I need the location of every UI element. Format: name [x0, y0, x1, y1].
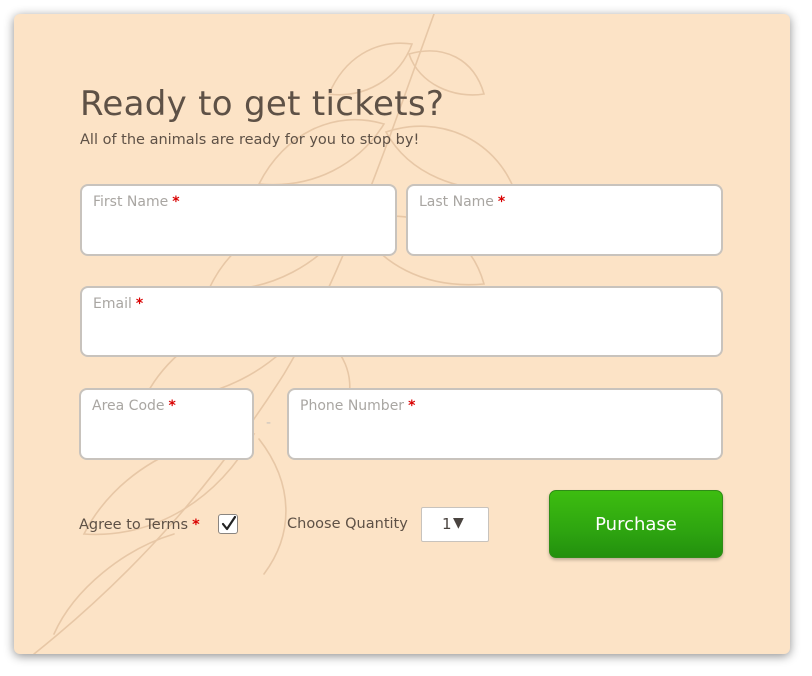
required-marker: *: [172, 194, 180, 210]
phone-number-field[interactable]: Phone Number *: [287, 388, 723, 460]
quantity-label: Choose Quantity: [287, 516, 408, 532]
required-marker: *: [497, 194, 506, 210]
terms-label: Agree to Terms *: [79, 517, 200, 533]
phone-separator: -: [266, 415, 272, 431]
last-name-field[interactable]: Last Name *: [406, 184, 723, 256]
area-code-field[interactable]: Area Code *: [79, 388, 254, 460]
required-marker: *: [192, 517, 200, 533]
first-name-field[interactable]: First Name *: [80, 184, 397, 256]
ticket-form-card: Ready to get tickets? All of the animals…: [14, 14, 790, 654]
quantity-value: 1: [442, 515, 452, 533]
email-input[interactable]: [92, 325, 711, 347]
phone-number-input[interactable]: [299, 428, 711, 450]
last-name-label: Last Name *: [419, 194, 506, 210]
purchase-button[interactable]: Purchase: [549, 490, 723, 558]
required-marker: *: [408, 398, 416, 414]
area-code-input[interactable]: [91, 428, 242, 450]
last-name-input[interactable]: [418, 224, 711, 246]
first-name-label: First Name *: [93, 194, 180, 210]
area-code-label: Area Code *: [92, 398, 176, 414]
quantity-select[interactable]: 1 ▼: [421, 507, 489, 542]
email-field[interactable]: Email *: [80, 286, 723, 357]
terms-checkbox[interactable]: [218, 514, 238, 534]
required-marker: *: [168, 398, 176, 414]
first-name-input[interactable]: [92, 224, 385, 246]
required-marker: *: [135, 296, 144, 312]
checkmark-icon: [221, 515, 237, 531]
page-subtitle: All of the animals are ready for you to …: [80, 132, 420, 148]
phone-number-label: Phone Number *: [300, 398, 416, 414]
dropdown-arrow-icon: ▼: [453, 515, 464, 531]
email-label: Email *: [93, 296, 144, 312]
page-title: Ready to get tickets?: [80, 84, 445, 124]
